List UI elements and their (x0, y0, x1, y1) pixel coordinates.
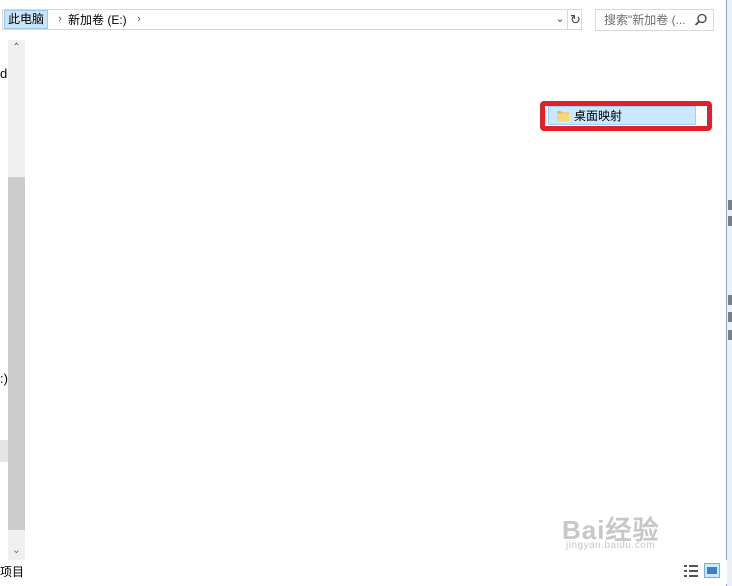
breadcrumb-this-pc[interactable]: 此电脑 (4, 10, 49, 29)
status-bar: 项目 (0, 560, 727, 584)
background-strip (727, 0, 732, 586)
nav-scrollbar[interactable]: ⌃ ⌄ (8, 40, 25, 560)
search-icon[interactable] (694, 13, 708, 27)
nav-item-hover[interactable] (0, 440, 8, 462)
search-box[interactable] (595, 9, 714, 31)
address-bar[interactable]: 此电脑 › 新加卷 (E:) › ⌄ ↻ (2, 9, 582, 30)
background-fragment (728, 200, 732, 210)
scroll-down-icon[interactable]: ⌄ (8, 543, 25, 559)
background-fragment (728, 216, 732, 226)
scrollbar-thumb[interactable] (8, 177, 25, 530)
annotation-highlight-box (540, 101, 712, 131)
background-fragment (728, 295, 732, 305)
status-item-count: 项目 (0, 565, 25, 579)
breadcrumb-separator[interactable]: › (132, 10, 146, 29)
nav-item-partial[interactable]: d (0, 66, 7, 81)
breadcrumb-volume-e[interactable]: 新加卷 (E:) (65, 11, 130, 29)
scroll-up-icon[interactable]: ⌃ (8, 40, 25, 56)
background-fragment (728, 330, 732, 340)
search-input[interactable] (604, 12, 692, 28)
chevron-down-icon[interactable]: ⌄ (553, 10, 567, 29)
background-fragment (728, 312, 732, 322)
nav-item-partial[interactable]: :) (0, 371, 8, 386)
large-icons-view-icon[interactable] (704, 563, 720, 578)
details-view-icon[interactable] (683, 564, 699, 578)
refresh-icon[interactable]: ↻ (567, 10, 583, 29)
